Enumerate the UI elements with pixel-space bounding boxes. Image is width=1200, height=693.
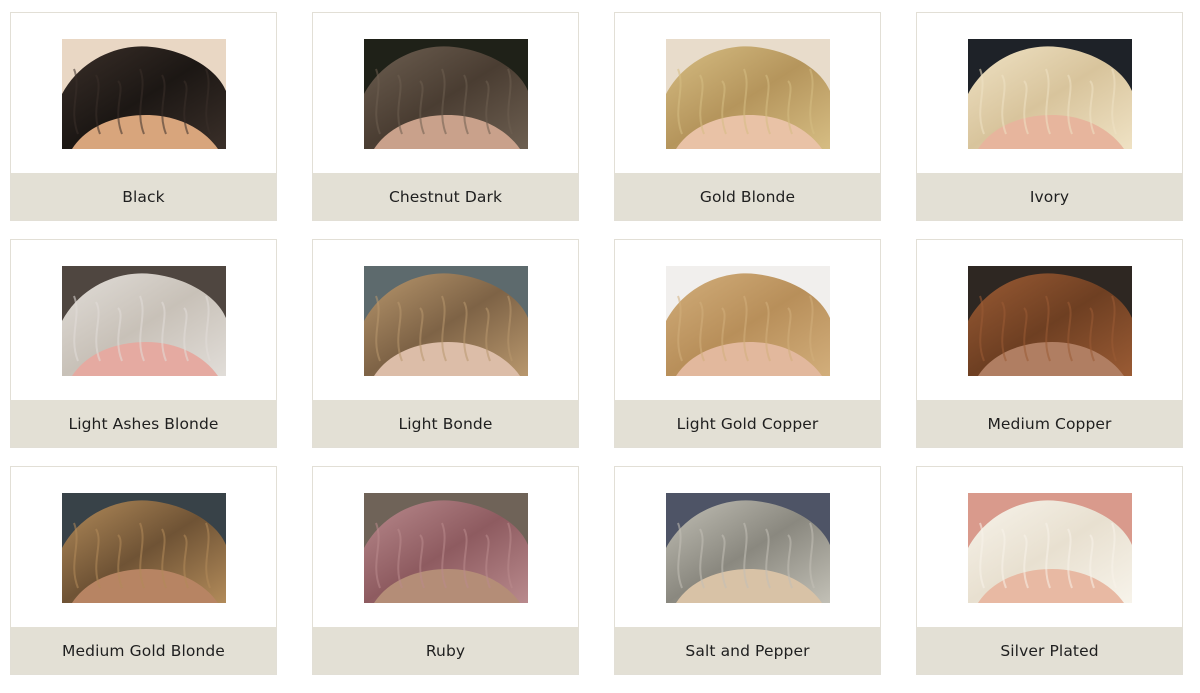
swatch-card-gold-blonde[interactable]: Gold Blonde	[614, 12, 881, 221]
swatch-card-silver-plated[interactable]: Silver Plated	[916, 466, 1183, 675]
swatch-card-light-ashes-blonde[interactable]: Light Ashes Blonde	[10, 239, 277, 448]
hair-photo	[62, 493, 226, 603]
hair-photo	[968, 39, 1132, 149]
swatch-label: Ruby	[313, 627, 578, 674]
swatch-label: Gold Blonde	[615, 173, 880, 220]
swatch-card-light-gold-copper[interactable]: Light Gold Copper	[614, 239, 881, 448]
swatch-image-light-gold-copper	[666, 266, 830, 376]
swatch-image-chestnut-dark	[364, 39, 528, 149]
swatch-label: Chestnut Dark	[313, 173, 578, 220]
swatch-image-medium-copper	[968, 266, 1132, 376]
swatch-label: Black	[11, 173, 276, 220]
swatch-label: Light Bonde	[313, 400, 578, 447]
swatch-card-black[interactable]: Black	[10, 12, 277, 221]
swatch-label: Salt and Pepper	[615, 627, 880, 674]
hair-photo	[666, 493, 830, 603]
swatch-card-ruby[interactable]: Ruby	[312, 466, 579, 675]
swatch-card-light-bonde[interactable]: Light Bonde	[312, 239, 579, 448]
swatch-label: Light Ashes Blonde	[11, 400, 276, 447]
swatch-image-salt-and-pepper	[666, 493, 830, 603]
swatch-image-light-bonde	[364, 266, 528, 376]
hair-photo	[968, 266, 1132, 376]
hair-photo	[62, 266, 226, 376]
swatch-image-ivory	[968, 39, 1132, 149]
swatch-card-medium-copper[interactable]: Medium Copper	[916, 239, 1183, 448]
swatch-card-ivory[interactable]: Ivory	[916, 12, 1183, 221]
hair-photo	[968, 493, 1132, 603]
hair-photo	[364, 493, 528, 603]
hair-photo	[364, 266, 528, 376]
swatch-label: Medium Copper	[917, 400, 1182, 447]
hair-photo	[666, 266, 830, 376]
swatch-image-light-ashes-blonde	[62, 266, 226, 376]
hair-photo	[62, 39, 226, 149]
swatch-label: Ivory	[917, 173, 1182, 220]
swatch-label: Medium Gold Blonde	[11, 627, 276, 674]
swatch-image-medium-gold-blonde	[62, 493, 226, 603]
hair-color-grid: Black Chestnut Dark Gold Blonde Ivory Li…	[0, 0, 1200, 693]
swatch-label: Silver Plated	[917, 627, 1182, 674]
swatch-image-black	[62, 39, 226, 149]
hair-photo	[364, 39, 528, 149]
swatch-label: Light Gold Copper	[615, 400, 880, 447]
swatch-card-salt-and-pepper[interactable]: Salt and Pepper	[614, 466, 881, 675]
swatch-card-chestnut-dark[interactable]: Chestnut Dark	[312, 12, 579, 221]
swatch-image-silver-plated	[968, 493, 1132, 603]
swatch-card-medium-gold-blonde[interactable]: Medium Gold Blonde	[10, 466, 277, 675]
hair-photo	[666, 39, 830, 149]
swatch-image-gold-blonde	[666, 39, 830, 149]
swatch-image-ruby	[364, 493, 528, 603]
